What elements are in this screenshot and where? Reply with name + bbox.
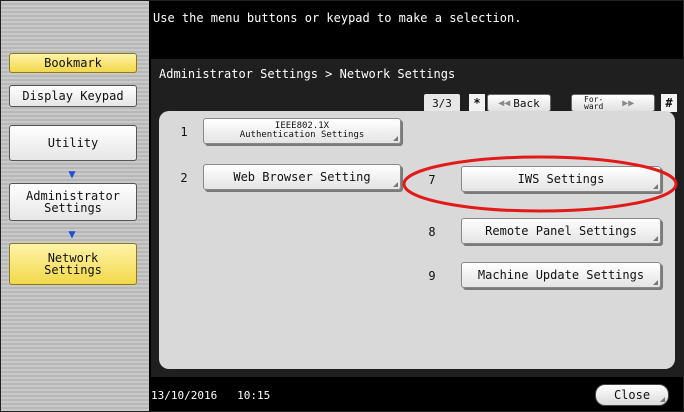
ieee8021x-authentication-settings-button[interactable]: IEEE802.1X Authentication Settings [203,118,401,144]
back-button[interactable]: ◀◀ Back [487,94,551,112]
administrator-settings-button[interactable]: Administrator Settings [9,183,137,221]
display-keypad-button[interactable]: Display Keypad [9,85,137,107]
settings-panel: Administrator Settings > Network Setting… [151,59,683,377]
arrow-down-icon: ▼ [68,227,76,241]
utility-button[interactable]: Utility [9,125,137,161]
option-number: 8 [428,225,436,239]
option-number: 9 [428,269,436,283]
network-settings-button[interactable]: Network Settings [9,243,137,285]
forward-chevron-icon: ▶▶ [622,97,635,109]
option-number: 2 [180,171,188,185]
instruction-message: Use the menu buttons or keypad to make a… [153,11,522,25]
page-indicator: 3/3 [424,94,460,112]
forward-label: For- ward [584,95,604,111]
iws-settings-button[interactable]: IWS Settings [461,166,661,192]
remote-panel-settings-button[interactable]: Remote Panel Settings [461,218,661,244]
back-label: Back [513,96,540,110]
time-text: 10:15 [237,389,271,402]
date-text: 13/10/2016 [151,389,218,402]
option-number: 1 [180,125,188,139]
arrow-down-icon: ▼ [68,167,76,181]
close-button[interactable]: Close [595,384,669,406]
option-number: 7 [428,173,436,187]
breadcrumb: Administrator Settings > Network Setting… [159,67,456,81]
options-area: 1 IEEE802.1X Authentication Settings 2 W… [159,111,675,369]
bookmark-button[interactable]: Bookmark [9,53,137,73]
device-screen: Bookmark Display Keypad Utility ▼ Admini… [0,0,684,412]
back-chevron-icon: ◀◀ [498,97,511,109]
web-browser-setting-button[interactable]: Web Browser Setting [203,164,401,190]
hash-key-label: # [661,94,677,112]
star-key-label: * [469,94,485,112]
machine-update-settings-button[interactable]: Machine Update Settings [461,262,661,288]
sidebar: Bookmark Display Keypad Utility ▼ Admini… [1,1,151,411]
datetime: 13/10/2016 10:15 [151,389,270,402]
status-bar: 13/10/2016 10:15 Close [151,379,683,411]
forward-button[interactable]: For- ward ▶▶ [571,94,655,112]
